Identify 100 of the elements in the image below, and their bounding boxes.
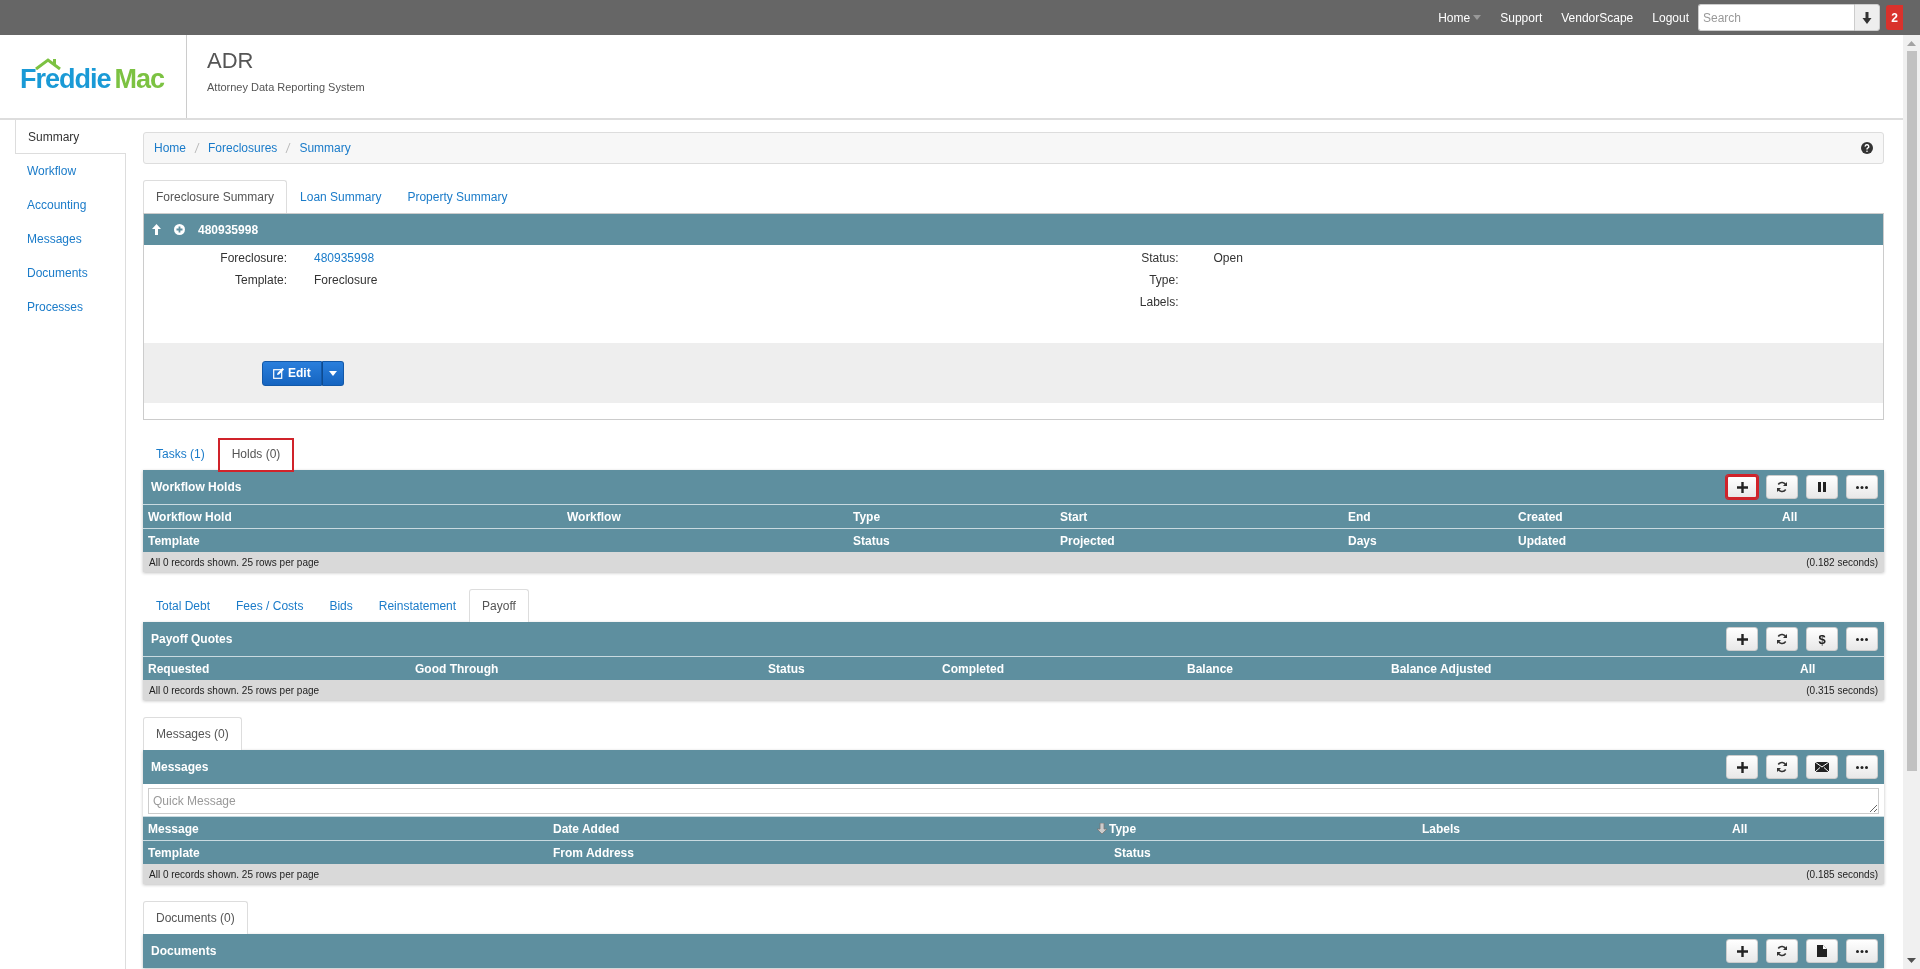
records-info: All 0 records shown. 25 rows per page [149, 684, 320, 696]
scroll-down-icon[interactable] [1907, 958, 1916, 963]
column-header[interactable]: Balance Adjusted [1391, 661, 1492, 676]
query-time: (0.185 seconds) [1806, 868, 1878, 880]
tab[interactable]: Property Summary [394, 180, 521, 213]
slash-separator [284, 142, 293, 154]
refresh-button[interactable] [1766, 939, 1798, 963]
tab[interactable]: Fees / Costs [223, 589, 317, 622]
dollar-button[interactable]: $ [1806, 627, 1838, 651]
notification-badge[interactable]: 2 [1886, 5, 1903, 30]
breadcrumb-link[interactable]: Foreclosures [208, 141, 278, 155]
refresh-button[interactable] [1766, 755, 1798, 779]
search-field[interactable]: Search [1698, 4, 1854, 31]
refresh-icon [1776, 945, 1788, 957]
edit-button[interactable]: Edit [262, 360, 322, 386]
column-header[interactable]: Days [1348, 533, 1377, 548]
more-button[interactable] [1846, 627, 1878, 651]
query-time: (0.182 seconds) [1806, 556, 1878, 568]
sidebar-item[interactable]: Processes [15, 290, 125, 324]
column-header[interactable]: Status [768, 661, 805, 676]
nav-link[interactable]: Logout [1652, 10, 1689, 25]
column-header[interactable]: Projected [1060, 533, 1115, 548]
column-header[interactable]: End [1348, 509, 1371, 524]
nav-link[interactable]: VendorScape [1561, 10, 1634, 25]
up-arrow-icon[interactable] [152, 224, 161, 235]
scrollbar[interactable] [1903, 35, 1920, 969]
app-subtitle: Attorney Data Reporting System [207, 81, 365, 93]
add-button[interactable] [1726, 475, 1758, 499]
sidebar-item[interactable]: Summary [15, 120, 126, 154]
more-button[interactable] [1846, 939, 1878, 963]
section-title: Documents [151, 944, 217, 958]
refresh-icon [1776, 633, 1788, 645]
ellipsis-icon [1856, 765, 1868, 769]
caret-icon [328, 370, 337, 376]
more-button[interactable] [1846, 755, 1878, 779]
records-info: All 0 records shown. 25 rows per page [149, 556, 320, 568]
tab[interactable]: Reinstatement [365, 589, 470, 622]
tab[interactable]: Total Debt [143, 589, 224, 622]
mail-button[interactable] [1806, 755, 1838, 779]
ellipsis-icon [1856, 637, 1868, 641]
column-header[interactable]: All [1800, 661, 1816, 676]
field-label: Status: [1140, 251, 1179, 265]
envelope-icon [1815, 762, 1829, 772]
tab[interactable]: Payoff [469, 589, 529, 622]
column-header[interactable]: Workflow [567, 509, 621, 524]
sidebar-item[interactable]: Documents [15, 256, 125, 290]
column-header[interactable]: Template [148, 533, 200, 548]
column-header[interactable]: Template [148, 845, 200, 860]
column-header[interactable]: Labels [1422, 821, 1460, 836]
sort-icon[interactable] [1097, 823, 1107, 834]
sidebar-item[interactable]: Accounting [15, 188, 125, 222]
column-header[interactable]: Status [1114, 845, 1151, 860]
column-header[interactable]: Created [1518, 509, 1563, 524]
column-header[interactable]: Workflow Hold [148, 509, 232, 524]
tab[interactable]: Foreclosure Summary [143, 180, 288, 213]
plus-icon [1736, 945, 1748, 957]
column-header[interactable]: All [1782, 509, 1798, 524]
tab[interactable]: Documents (0) [143, 901, 248, 934]
field-label: Foreclosure: [219, 251, 287, 265]
refresh-button[interactable] [1766, 475, 1798, 499]
house-roof-icon [35, 58, 61, 70]
column-header[interactable]: Message [148, 821, 199, 836]
column-header[interactable]: Date Added [553, 821, 620, 836]
column-header[interactable]: Completed [942, 661, 1004, 676]
record-id: 480935998 [198, 222, 259, 237]
column-header[interactable]: From Address [553, 845, 634, 860]
column-header[interactable]: Balance [1187, 661, 1234, 676]
breadcrumb-link[interactable]: Summary [299, 141, 351, 155]
column-header[interactable]: All [1732, 821, 1748, 836]
field-link[interactable]: 480935998 [314, 251, 375, 265]
column-header[interactable]: Good Through [415, 661, 499, 676]
sidebar-item[interactable]: Workflow [15, 154, 125, 188]
section-title: Payoff Quotes [151, 632, 233, 646]
query-time: (0.315 seconds) [1806, 684, 1878, 696]
tab[interactable]: Bids [316, 589, 366, 622]
nav-link[interactable]: Support [1500, 10, 1543, 25]
nav-link[interactable]: Home [1438, 10, 1482, 25]
column-header[interactable]: Status [853, 533, 890, 548]
dropdown-button[interactable] [321, 360, 344, 386]
tab[interactable]: Holds (0) [217, 438, 295, 472]
records-info: All 0 records shown. 25 rows per page [149, 868, 320, 880]
tab[interactable]: Tasks (1) [143, 437, 218, 470]
refresh-button[interactable] [1766, 627, 1798, 651]
column-header[interactable]: Type [1109, 821, 1137, 836]
document-button[interactable] [1806, 939, 1838, 963]
section-title: Workflow Holds [151, 480, 242, 494]
sidebar-item[interactable]: Messages [15, 222, 125, 256]
download-button[interactable] [1854, 4, 1880, 31]
tab[interactable]: Loan Summary [287, 180, 395, 213]
tab[interactable]: Messages (0) [143, 717, 242, 750]
more-button[interactable] [1846, 475, 1878, 499]
column-header[interactable]: Start [1060, 509, 1088, 524]
help-icon[interactable] [1861, 142, 1873, 154]
breadcrumb-link[interactable]: Home [154, 141, 186, 155]
quick-message-field[interactable]: Quick Message [148, 788, 1879, 814]
column-header[interactable]: Type [853, 509, 881, 524]
pause-button[interactable] [1806, 475, 1838, 499]
plus-circle-icon[interactable] [174, 224, 185, 235]
column-header[interactable]: Updated [1518, 533, 1566, 548]
column-header[interactable]: Requested [148, 661, 210, 676]
